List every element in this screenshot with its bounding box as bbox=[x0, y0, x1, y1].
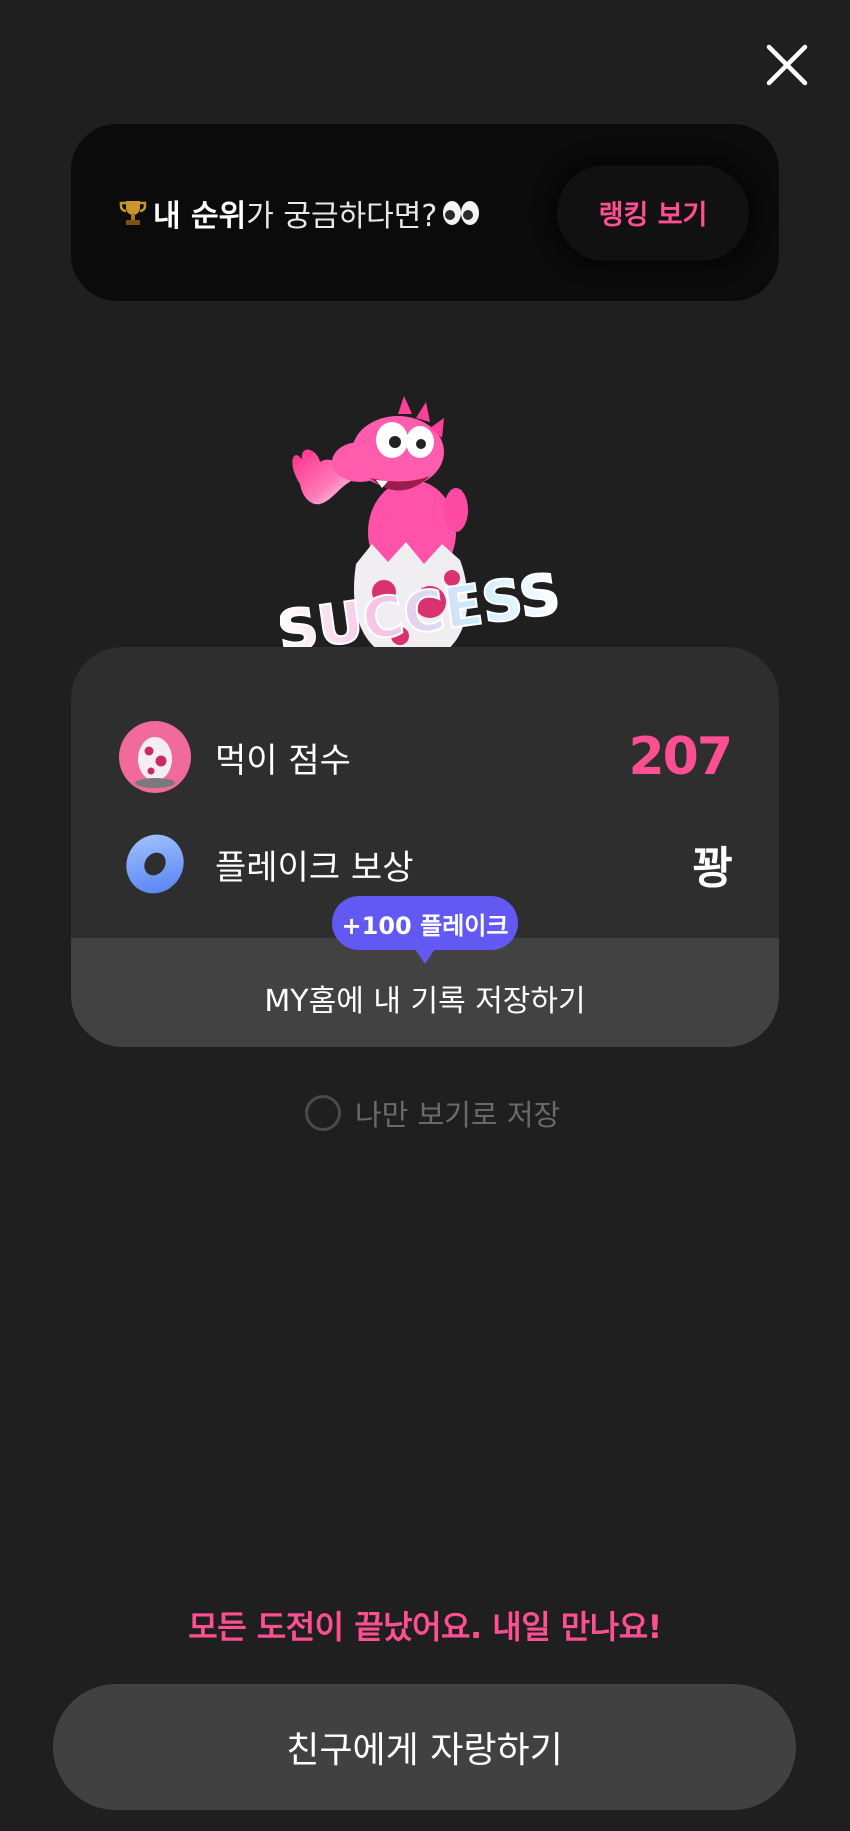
result-page: 내 순위 가 궁금하다면? 랭킹 보기 SUCCESS 먹이 점수 207 플레… bbox=[0, 0, 850, 1831]
close-icon bbox=[766, 44, 808, 86]
flake-reward-row: 플레이크 보상 꽝 bbox=[119, 824, 734, 904]
donut-icon bbox=[126, 834, 184, 894]
score-card: 먹이 점수 207 플레이크 보상 꽝 +100 플레이크 MY홈에 내 기록 … bbox=[71, 647, 779, 1047]
private-save-toggle[interactable]: 나만 보기로 저장 bbox=[305, 1092, 560, 1134]
end-message: 모든 도전이 끝났어요. 내일 만나요! bbox=[188, 1608, 662, 1646]
feed-score-row: 먹이 점수 207 bbox=[119, 717, 733, 797]
feed-score-value: 207 bbox=[628, 727, 733, 787]
ranking-text-rest: 가 궁금하다면? bbox=[246, 198, 438, 234]
private-save-label: 나만 보기로 저장 bbox=[355, 1098, 561, 1132]
close-button[interactable] bbox=[760, 38, 814, 92]
trophy-icon bbox=[119, 200, 147, 225]
flake-reward-value: 꽝 bbox=[692, 843, 734, 894]
eyes-icon bbox=[443, 200, 480, 225]
view-ranking-button[interactable]: 랭킹 보기 bbox=[557, 164, 749, 261]
ranking-banner: 내 순위 가 궁금하다면? 랭킹 보기 bbox=[71, 124, 779, 301]
feed-score-label: 먹이 점수 bbox=[215, 740, 351, 781]
flake-reward-label: 플레이크 보상 bbox=[215, 847, 414, 888]
ranking-text-bold: 내 순위 bbox=[153, 198, 247, 234]
ranking-prompt: 내 순위 가 궁금하다면? bbox=[117, 191, 481, 235]
egg-icon bbox=[119, 721, 191, 793]
flake-bonus-badge: +100 플레이크 bbox=[332, 896, 518, 964]
share-with-friends-button[interactable]: 친구에게 자랑하기 bbox=[53, 1684, 796, 1810]
private-save-checkbox[interactable] bbox=[305, 1095, 341, 1131]
